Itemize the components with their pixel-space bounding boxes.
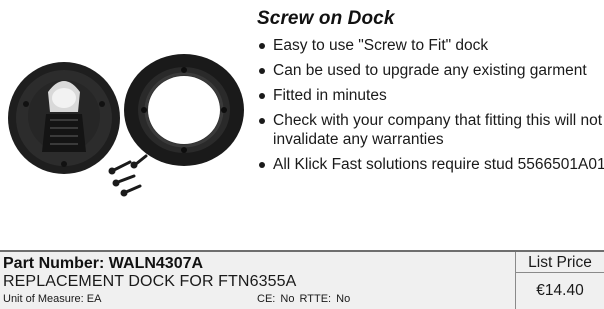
feature-list: Easy to use "Screw to Fit" dock Can be u… (257, 36, 604, 174)
part-number: Part Number: WALN4307A (3, 255, 204, 272)
product-title: Screw on Dock (257, 8, 395, 29)
feature-item: Check with your company that fitting thi… (257, 111, 604, 149)
feature-item: Can be used to upgrade any existing garm… (257, 61, 604, 80)
list-price-label: List Price (516, 252, 604, 273)
compliance-flags: CE: No RTTE: No (257, 293, 351, 305)
product-info: Screw on Dock Easy to use "Screw to Fit"… (257, 8, 604, 180)
product-image (6, 52, 254, 202)
unit-of-measure: Unit of Measure: EA (3, 293, 102, 305)
price-column: List Price €14.40 (515, 252, 604, 309)
part-details-row: Part Number: WALN4307A REPLACEMENT DOCK … (0, 250, 604, 309)
list-price-value: €14.40 (536, 282, 584, 299)
product-panel: Screw on Dock Easy to use "Screw to Fit"… (0, 0, 604, 250)
part-description: REPLACEMENT DOCK FOR FTN6355A (3, 273, 297, 290)
screw-on-dock-icon (8, 54, 244, 197)
feature-item: Fitted in minutes (257, 86, 604, 105)
feature-item: Easy to use "Screw to Fit" dock (257, 36, 604, 55)
feature-item: All Klick Fast solutions require stud 55… (257, 155, 604, 174)
